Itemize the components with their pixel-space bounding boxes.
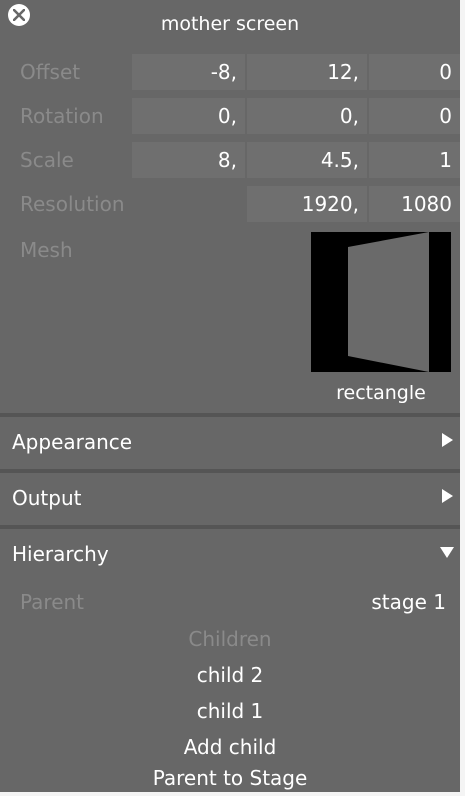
mesh-name: rectangle <box>336 382 426 404</box>
offset-label: Offset <box>20 60 81 84</box>
rotation-label: Rotation <box>20 104 104 128</box>
rotation-z-field[interactable]: 0 <box>369 98 460 134</box>
scale-label: Scale <box>20 148 74 172</box>
offset-row: Offset -8, 12, 0 <box>0 54 460 90</box>
scale-y-field[interactable]: 4.5, <box>247 142 367 178</box>
hierarchy-label: Hierarchy <box>12 542 109 566</box>
collapse-down-icon <box>440 547 454 558</box>
parent-value[interactable]: stage 1 <box>371 590 446 614</box>
offset-x-field[interactable]: -8, <box>132 54 245 90</box>
section-hierarchy[interactable]: Hierarchy <box>0 529 460 581</box>
offset-y-field[interactable]: 12, <box>247 54 367 90</box>
output-label: Output <box>12 486 82 510</box>
scale-x-field[interactable]: 8, <box>132 142 245 178</box>
rotation-y-field[interactable]: 0, <box>247 98 367 134</box>
children-heading: Children <box>188 627 272 651</box>
add-child-button[interactable]: Add child <box>0 735 460 759</box>
parent-to-stage-button[interactable]: Parent to Stage <box>0 766 460 790</box>
section-output[interactable]: Output <box>0 473 460 525</box>
parent-label: Parent <box>20 590 85 614</box>
appearance-label: Appearance <box>12 430 133 454</box>
scale-z-field[interactable]: 1 <box>369 142 460 178</box>
rotation-row: Rotation 0, 0, 0 <box>0 98 460 134</box>
resolution-label: Resolution <box>20 192 125 216</box>
child-item[interactable]: child 1 <box>0 699 460 723</box>
mesh-label: Mesh <box>20 238 73 262</box>
expand-right-icon <box>442 489 453 503</box>
offset-z-field[interactable]: 0 <box>369 54 460 90</box>
scale-row: Scale 8, 4.5, 1 <box>0 142 460 178</box>
resolution-height-field[interactable]: 1080 <box>369 186 460 222</box>
rotation-x-field[interactable]: 0, <box>132 98 245 134</box>
properties-panel: mother screen Offset -8, 12, 0 Rotation … <box>0 0 465 796</box>
panel-title: mother screen <box>160 13 300 35</box>
mesh-shape-icon <box>348 232 429 372</box>
resolution-row: Resolution 1920, 1080 <box>0 186 460 222</box>
resolution-width-field[interactable]: 1920, <box>247 186 367 222</box>
expand-right-icon <box>442 433 453 447</box>
child-item[interactable]: child 2 <box>0 663 460 687</box>
section-appearance[interactable]: Appearance <box>0 417 460 469</box>
mesh-preview[interactable] <box>311 232 451 372</box>
